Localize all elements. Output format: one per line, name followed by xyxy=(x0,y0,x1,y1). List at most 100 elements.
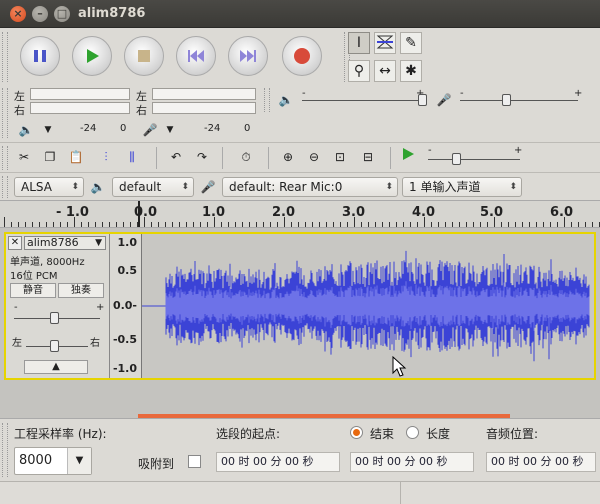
play-speed-thumb[interactable] xyxy=(452,153,461,165)
selection-tool-button[interactable]: I xyxy=(348,32,370,54)
ruler-tick xyxy=(361,222,362,227)
pause-icon xyxy=(34,50,46,62)
ruler-tick xyxy=(319,222,320,227)
play-at-speed-button[interactable] xyxy=(398,147,418,167)
waveform xyxy=(142,250,590,362)
paste-icon[interactable]: 📋 xyxy=(66,147,86,167)
project-rate-value: 8000 xyxy=(19,453,53,468)
play-button[interactable] xyxy=(72,36,112,76)
toolbar-grip[interactable] xyxy=(2,32,8,82)
toolbar-grip[interactable] xyxy=(2,176,8,198)
play-meter-menu-button[interactable]: ▼ xyxy=(38,120,58,140)
output-device-select[interactable]: default ⬍ xyxy=(112,177,194,197)
trim-icon[interactable]: ⫶ xyxy=(96,147,116,167)
ruler-tick xyxy=(242,222,243,227)
rec-meter-menu-button[interactable]: ▼ xyxy=(160,120,180,140)
zoom-out-icon[interactable]: ⊖ xyxy=(304,147,324,167)
track-name-menu[interactable]: alim8786 ▼ xyxy=(24,236,106,250)
timeshift-tool-button[interactable]: ↔ xyxy=(374,60,396,82)
length-radio[interactable] xyxy=(406,426,419,439)
input-device-value: default: Rear Mic:0 xyxy=(229,180,343,194)
rec-meter-db: -24 xyxy=(204,123,221,134)
selection-start-time[interactable]: 00 时 00 分 00 秒 xyxy=(216,452,340,472)
envelope-tool-button[interactable] xyxy=(374,32,396,54)
timeline-ruler[interactable]: - 1.0 0.0 1.0 2.0 3.0 4.0 5.0 6.0 xyxy=(0,200,600,228)
ruler-tick xyxy=(382,222,383,227)
chevron-down-icon[interactable]: ▼ xyxy=(67,448,91,474)
audio-position-time[interactable]: 00 时 00 分 00 秒 xyxy=(486,452,596,472)
ruler-tick xyxy=(284,217,285,227)
ruler-tick xyxy=(116,222,117,227)
skip-to-start-button[interactable] xyxy=(176,36,216,76)
vertical-scale[interactable]: 1.0 0.5 0.0- -0.5 -1.0 xyxy=(110,234,142,378)
draw-tool-button[interactable]: ✎ xyxy=(400,32,422,54)
rec-meter-left-label: 左 xyxy=(136,90,147,103)
stop-button[interactable] xyxy=(124,36,164,76)
input-device-select[interactable]: default: Rear Mic:0 ⬍ xyxy=(222,177,398,197)
toolbar-grip[interactable] xyxy=(2,146,8,170)
record-icon xyxy=(294,48,310,64)
minimize-window-button[interactable]: – xyxy=(32,6,48,22)
ruler-tick xyxy=(494,217,495,227)
redo-icon[interactable]: ↷ xyxy=(192,147,212,167)
ruler-tick xyxy=(557,222,558,227)
solo-button[interactable]: 独奏 xyxy=(58,283,104,298)
output-volume-thumb[interactable] xyxy=(418,94,427,106)
skip-to-end-button[interactable] xyxy=(228,36,268,76)
maximize-window-button[interactable]: □ xyxy=(54,6,70,22)
output-volume-slider[interactable] xyxy=(302,100,422,101)
gain-thumb[interactable] xyxy=(50,312,59,324)
close-icon: ✕ xyxy=(10,237,20,248)
close-window-button[interactable]: × xyxy=(10,6,26,22)
input-channels-value: 1 单输入声道 xyxy=(409,180,481,194)
audio-track[interactable]: ✕ alim8786 ▼ 单声道, 8000Hz 16位 PCM 静音 独奏 - … xyxy=(4,232,596,380)
ruler-label: - 1.0 xyxy=(56,205,89,220)
cut-icon[interactable]: ✂ xyxy=(14,147,34,167)
zoom-tool-button[interactable]: ⚲ xyxy=(348,60,370,82)
end-radio[interactable] xyxy=(350,426,363,439)
ruler-tick xyxy=(459,222,460,227)
sync-lock-icon[interactable]: ⏱ xyxy=(236,147,256,167)
gain-minus: - xyxy=(14,302,18,313)
ruler-tick xyxy=(515,222,516,227)
track-format: 单声道, 8000Hz xyxy=(10,257,85,268)
record-button[interactable] xyxy=(282,36,322,76)
collapse-track-button[interactable]: ▲ xyxy=(24,360,88,374)
audio-position-label: 音频位置: xyxy=(486,427,539,441)
fit-project-icon[interactable]: ⊟ xyxy=(358,147,378,167)
input-volume-slider[interactable] xyxy=(460,100,578,101)
ruler-tick xyxy=(592,222,593,227)
project-rate-combo[interactable]: 8000 ▼ xyxy=(14,447,92,475)
audio-host-select[interactable]: ALSA ⬍ xyxy=(14,177,84,197)
selection-end-time[interactable]: 00 时 00 分 00 秒 xyxy=(350,452,474,472)
copy-icon[interactable]: ❐ xyxy=(40,147,60,167)
multi-tool-button[interactable]: ✱ xyxy=(400,60,422,82)
silence-icon[interactable]: ⫼ xyxy=(122,147,142,167)
pan-thumb[interactable] xyxy=(50,340,59,352)
rec-meter-left xyxy=(152,88,256,100)
ruler-tick xyxy=(25,222,26,227)
ruler-tick xyxy=(235,222,236,227)
zoom-in-icon[interactable]: ⊕ xyxy=(278,147,298,167)
input-volume-icon: 🎤 xyxy=(436,93,452,107)
undo-icon[interactable]: ↶ xyxy=(166,147,186,167)
input-volume-thumb[interactable] xyxy=(502,94,511,106)
ruler-tick xyxy=(550,222,551,227)
fit-selection-icon[interactable]: ⊡ xyxy=(330,147,350,167)
updown-arrow-icon: ⬍ xyxy=(181,182,189,192)
track-close-button[interactable]: ✕ xyxy=(8,236,22,250)
ruler-tick xyxy=(228,222,229,227)
play-speed-slider[interactable] xyxy=(428,159,520,160)
input-channels-select[interactable]: 1 单输入声道 ⬍ xyxy=(402,177,522,197)
toolbar-grip[interactable] xyxy=(264,88,270,112)
snap-to-checkbox[interactable] xyxy=(188,455,201,468)
asterisk-icon: ✱ xyxy=(405,63,417,79)
toolbar-grip[interactable] xyxy=(2,423,8,477)
mute-button[interactable]: 静音 xyxy=(10,283,56,298)
selection-start-value: 00 时 00 分 00 秒 xyxy=(221,455,314,468)
toolbar-grip[interactable] xyxy=(2,88,8,138)
waveform-display[interactable] xyxy=(142,234,594,378)
pause-button[interactable] xyxy=(20,36,60,76)
ruler-tick xyxy=(277,222,278,227)
separator xyxy=(268,147,269,169)
